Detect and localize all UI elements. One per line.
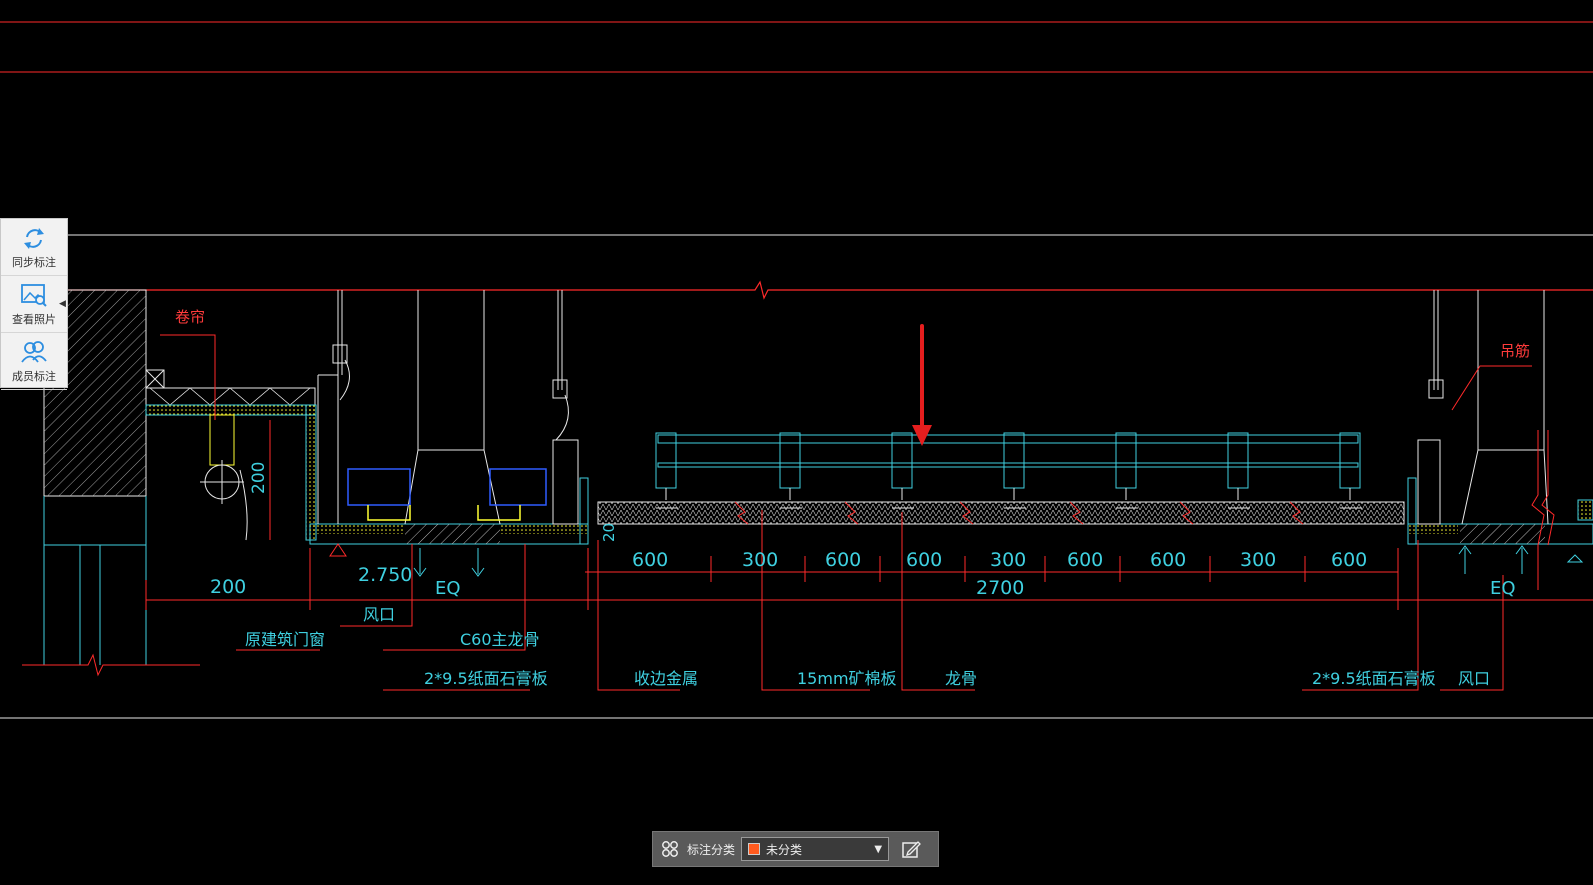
photo-search-icon [21,284,47,307]
member-annotation-label: 成员标注 [12,370,56,383]
category-color-swatch [748,843,761,855]
segment-label: 300 [1240,549,1276,571]
label-window: 原建筑门窗 [245,630,325,649]
side-tool-panel: 同步标注 查看照片 成员标注 ◀ [0,218,68,390]
right-bulkhead [1407,290,1593,590]
sync-annotation-button[interactable]: 同步标注 [1,219,67,276]
label-dim-20: 20 [600,523,618,542]
drawing-labels: 卷帘 吊筋 200 20 200 2.750 EQ EQ 2700 600 30… [175,308,1530,688]
label-trim: 收边金属 [634,669,698,688]
collapse-arrow-icon[interactable]: ◀ [59,297,67,311]
members-icon [21,341,47,363]
edit-category-button[interactable] [899,837,923,861]
label-dim-200-vertical: 200 [249,462,269,494]
view-photos-button[interactable]: 查看照片 [1,276,67,333]
segment-label: 600 [1150,549,1186,571]
segment-label: 600 [632,549,668,571]
label-air-left: 风口 [363,605,395,624]
segment-label: 300 [990,549,1026,571]
label-hanger: 吊筋 [1500,342,1530,360]
sync-icon [24,228,44,249]
label-keel: 龙骨 [945,669,977,688]
segment-label: 300 [742,549,778,571]
label-eq-left: EQ [435,578,461,599]
view-photos-label: 查看照片 [12,313,56,326]
label-dim-200: 200 [210,576,246,598]
category-select[interactable]: 未分类 ▼ [741,837,890,861]
label-eq-right: EQ [1490,578,1516,599]
segment-label: 600 [1067,549,1103,571]
category-label: 标注分类 [687,842,736,857]
label-gypsum-left: 2*9.5纸面石膏板 [424,669,548,688]
curtain-box [145,334,317,541]
segment-label: 600 [825,549,861,571]
annotation-category-toolbar: 标注分类 未分类 ▼ [652,831,939,867]
mineral-ceiling [597,432,1405,525]
red-arrow-marker [912,324,932,446]
label-curtain: 卷帘 [175,308,205,326]
label-elevation: 2.750 [358,564,412,586]
segment-label: 600 [1331,549,1367,571]
label-gypsum-right: 2*9.5纸面石膏板 [1312,669,1436,688]
cad-drawing-canvas[interactable]: 卷帘 吊筋 200 20 200 2.750 EQ EQ 2700 600 30… [0,0,1593,885]
label-dim-2700: 2700 [976,577,1024,599]
sync-annotation-label: 同步标注 [12,256,56,269]
category-grid-button[interactable] [659,838,681,860]
grid-icon [662,841,678,857]
label-air-right: 风口 [1458,669,1490,688]
category-selected-value: 未分类 [766,842,803,857]
member-annotation-button[interactable]: 成员标注 [1,333,67,390]
edit-icon [902,841,921,858]
frame-lines [0,21,1593,719]
label-c60: C60主龙骨 [460,630,540,649]
segment-label: 600 [906,549,942,571]
left-bulkhead [309,290,589,557]
chevron-down-icon: ▼ [874,843,883,855]
dimension-lines [145,420,1593,691]
label-mineral: 15mm矿棉板 [797,669,897,688]
